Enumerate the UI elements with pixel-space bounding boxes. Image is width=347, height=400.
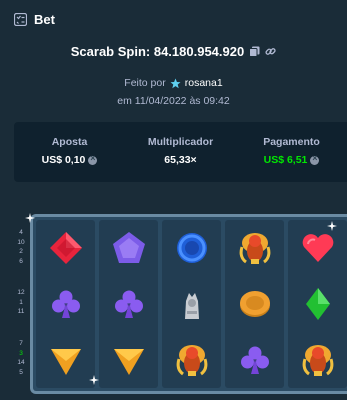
reels-grid	[36, 220, 347, 388]
payline-number: 10	[17, 238, 25, 246]
bet-header: Bet	[14, 12, 55, 27]
payline-number: 11	[17, 308, 25, 315]
pag-label: Pagamento	[263, 136, 320, 148]
mult-value: 65,33×	[164, 154, 197, 166]
gold-triangle-icon	[45, 339, 87, 381]
green-diamond-icon	[297, 283, 339, 325]
purple-club-icon	[234, 339, 276, 381]
sparkle-icon	[25, 213, 35, 223]
reel-column	[288, 220, 347, 388]
bet-list-icon	[14, 13, 27, 26]
currency-icon	[310, 153, 320, 165]
aposta-value-row: US$ 0,10	[41, 153, 98, 166]
payline-number: 2	[19, 248, 23, 255]
purple-club-icon	[108, 283, 150, 325]
payline-number: 4	[19, 229, 23, 236]
gold-coin-icon	[234, 283, 276, 325]
copy-icon[interactable]	[249, 46, 260, 57]
bet-date: em 11/04/2022 às 09:42	[117, 95, 230, 107]
payline-numbers-mid: 12 1 11	[14, 289, 28, 316]
payline-number: 5	[19, 368, 23, 376]
stat-aposta: Aposta US$ 0,10	[14, 122, 125, 182]
author-row: Feito por rosana1	[0, 77, 347, 89]
payline-numbers-top: 4 10 2 6	[14, 229, 28, 265]
aposta-label: Aposta	[51, 136, 88, 148]
payline-number-active: 3	[19, 349, 23, 357]
payline-number: 6	[19, 257, 23, 265]
scarab-icon	[234, 227, 276, 269]
payline-number: 1	[19, 298, 23, 306]
reel-column	[99, 220, 158, 388]
aposta-value: US$ 0,10	[41, 154, 86, 166]
stat-pagamento: Pagamento US$ 6,51	[236, 122, 347, 182]
link-icon[interactable]	[265, 46, 276, 57]
scarab-icon	[297, 339, 339, 381]
stat-multiplicador: Multiplicador 65,33×	[125, 122, 236, 182]
author-username[interactable]: rosana1	[185, 77, 223, 89]
payline-number: 12	[17, 289, 25, 296]
reel-column	[225, 220, 284, 388]
currency-icon	[88, 153, 98, 165]
reel-column	[36, 220, 95, 388]
blue-ring-icon	[171, 227, 213, 269]
page-title: Bet	[34, 12, 55, 27]
ankh-cat-icon	[171, 283, 213, 325]
slot-board	[30, 214, 347, 394]
red-gem-icon	[45, 227, 87, 269]
mult-label: Multiplicador	[147, 136, 214, 148]
spin-id-row: Scarab Spin: 84.180.954.920	[0, 44, 347, 59]
payline-number: 14	[17, 359, 25, 366]
pag-value: US$ 6,51	[263, 154, 308, 166]
gold-triangle-icon	[108, 339, 150, 381]
payline-number: 7	[19, 340, 23, 347]
sparkle-icon	[327, 221, 337, 231]
sparkle-icon	[89, 375, 99, 385]
purple-club-icon	[45, 283, 87, 325]
red-heart-icon	[297, 227, 339, 269]
spin-id-text: Scarab Spin: 84.180.954.920	[70, 44, 245, 59]
vip-star-icon	[170, 78, 181, 88]
pag-value-row: US$ 6,51	[263, 153, 320, 166]
bet-stats-panel: Aposta US$ 0,10 Multiplicador 65,33× Pag…	[14, 122, 347, 182]
reel-column	[162, 220, 221, 388]
scarab-icon	[171, 339, 213, 381]
payline-numbers-low: 7 3 14 5	[14, 340, 28, 376]
author-prefix: Feito por	[124, 77, 166, 89]
purple-pentagon-icon	[108, 227, 150, 269]
